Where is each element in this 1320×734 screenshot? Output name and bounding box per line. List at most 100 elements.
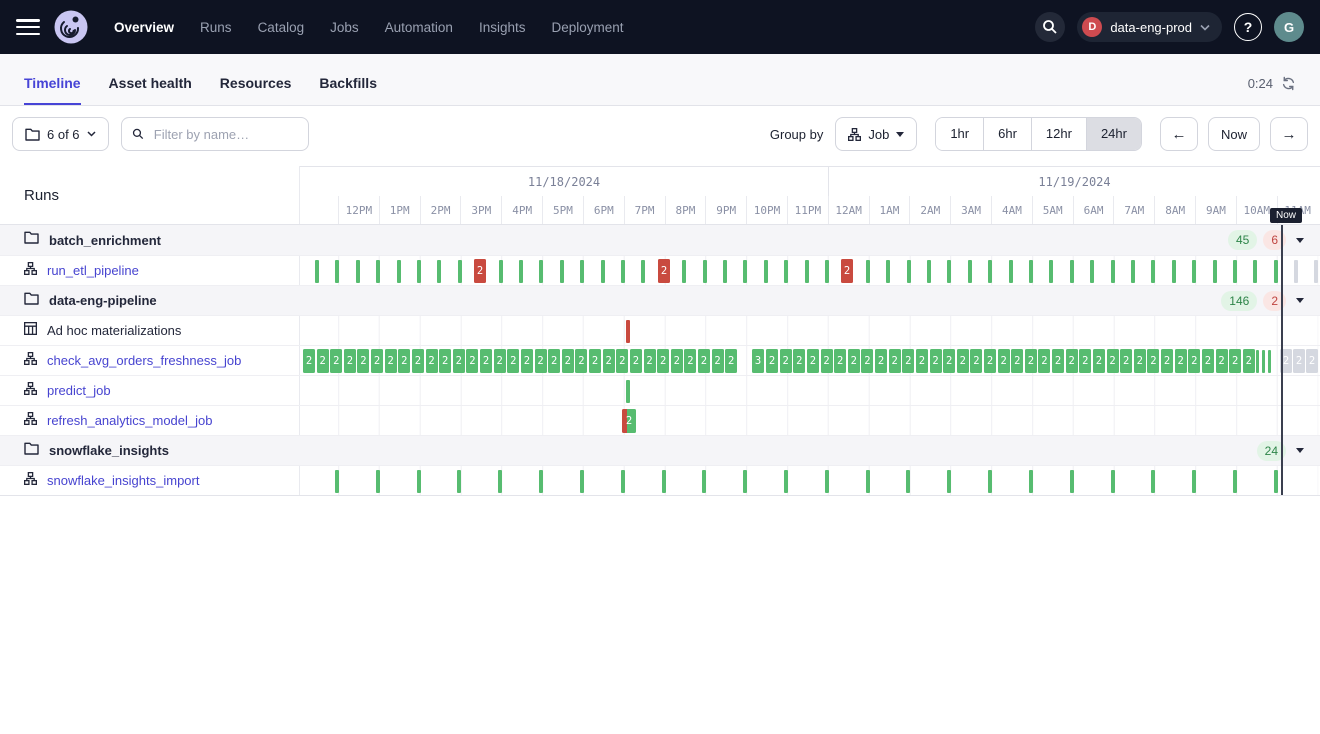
- run-tick-marker[interactable]: [539, 470, 543, 493]
- run-tick-marker[interactable]: [1314, 260, 1318, 283]
- run-count-marker[interactable]: 2: [658, 259, 670, 283]
- range-1hr[interactable]: 1hr: [936, 118, 983, 150]
- nav-item-overview[interactable]: Overview: [114, 20, 174, 35]
- run-count-marker[interactable]: 2: [330, 349, 342, 373]
- run-tick-marker[interactable]: [702, 470, 706, 493]
- run-tick-marker[interactable]: [968, 260, 972, 283]
- search-button[interactable]: [1035, 12, 1065, 42]
- run-count-marker[interactable]: 2: [1038, 349, 1050, 373]
- run-count-marker[interactable]: 2: [303, 349, 315, 373]
- run-count-marker[interactable]: 2: [630, 349, 642, 373]
- run-tick-marker[interactable]: [397, 260, 401, 283]
- run-count-marker[interactable]: 2: [684, 349, 696, 373]
- run-count-marker[interactable]: 2: [1306, 349, 1318, 373]
- run-tick-marker[interactable]: [437, 260, 441, 283]
- range-12hr[interactable]: 12hr: [1031, 118, 1086, 150]
- run-tick-marker[interactable]: [315, 260, 319, 283]
- group-row-snowflake-insights[interactable]: snowflake_insights24: [0, 435, 1320, 465]
- run-count-marker[interactable]: 2: [466, 349, 478, 373]
- repo-scope-button[interactable]: 6 of 6: [12, 117, 109, 151]
- run-count-marker[interactable]: 2: [548, 349, 560, 373]
- run-count-marker[interactable]: 2: [902, 349, 914, 373]
- run-tick-marker[interactable]: [539, 260, 543, 283]
- run-tick-marker[interactable]: [947, 260, 951, 283]
- timeline-prev-button[interactable]: ←: [1160, 117, 1198, 151]
- run-tick-marker[interactable]: [1274, 260, 1278, 283]
- run-count-marker[interactable]: 2: [712, 349, 724, 373]
- run-count-marker[interactable]: 2: [1052, 349, 1064, 373]
- run-count-marker[interactable]: 2: [1107, 349, 1119, 373]
- run-tick-marker[interactable]: [519, 260, 523, 283]
- run-tick-marker[interactable]: [947, 470, 951, 493]
- nav-item-runs[interactable]: Runs: [200, 20, 232, 35]
- run-count-marker[interactable]: 2: [861, 349, 873, 373]
- run-count-marker[interactable]: 2: [371, 349, 383, 373]
- tab-backfills[interactable]: Backfills: [319, 75, 377, 105]
- expand-caret-icon[interactable]: [1296, 448, 1304, 453]
- run-tick-marker[interactable]: [1192, 470, 1196, 493]
- refresh-icon[interactable]: [1281, 76, 1296, 91]
- run-count-marker[interactable]: 2: [916, 349, 928, 373]
- run-tick-marker[interactable]: [743, 260, 747, 283]
- run-tick-marker[interactable]: [1294, 260, 1298, 283]
- run-count-marker[interactable]: 2: [889, 349, 901, 373]
- run-count-marker[interactable]: 2: [834, 349, 846, 373]
- run-count-marker[interactable]: 2: [930, 349, 942, 373]
- run-tick-marker[interactable]: [1256, 350, 1259, 373]
- run-count-marker[interactable]: 2: [875, 349, 887, 373]
- run-count-marker[interactable]: 2: [807, 349, 819, 373]
- run-count-marker[interactable]: 2: [1025, 349, 1037, 373]
- job-label[interactable]: check_avg_orders_freshness_job: [47, 353, 241, 368]
- run-count-marker[interactable]: 2: [848, 349, 860, 373]
- group-by-select[interactable]: Job: [835, 117, 917, 151]
- run-tick-marker[interactable]: [907, 260, 911, 283]
- run-count-marker[interactable]: 2: [998, 349, 1010, 373]
- run-count-marker[interactable]: 2: [398, 349, 410, 373]
- tab-timeline[interactable]: Timeline: [24, 75, 81, 105]
- run-tick-marker[interactable]: [580, 470, 584, 493]
- run-tick-marker[interactable]: [621, 470, 625, 493]
- run-count-marker[interactable]: 2: [984, 349, 996, 373]
- run-count-marker[interactable]: 2: [562, 349, 574, 373]
- run-tick-marker[interactable]: [1070, 260, 1074, 283]
- job-label[interactable]: refresh_analytics_model_job: [47, 413, 212, 428]
- timeline-next-button[interactable]: →: [1270, 117, 1308, 151]
- run-tick-marker[interactable]: [376, 260, 380, 283]
- run-count-marker[interactable]: 2: [957, 349, 969, 373]
- run-tick-marker[interactable]: [498, 470, 502, 493]
- run-tick-marker[interactable]: [1233, 470, 1237, 493]
- run-count-marker[interactable]: 2: [841, 259, 853, 283]
- run-tick-marker[interactable]: [906, 470, 910, 493]
- deployment-selector[interactable]: D data-eng-prod: [1077, 12, 1222, 42]
- run-tick-marker[interactable]: [825, 470, 829, 493]
- nav-item-insights[interactable]: Insights: [479, 20, 526, 35]
- run-tick-marker[interactable]: [1233, 260, 1237, 283]
- range-24hr[interactable]: 24hr: [1086, 118, 1141, 150]
- run-tick-marker[interactable]: [1253, 260, 1257, 283]
- run-tick-marker[interactable]: [927, 260, 931, 283]
- run-tick-marker[interactable]: [805, 260, 809, 283]
- run-tick-marker[interactable]: [723, 260, 727, 283]
- run-count-marker[interactable]: 2: [1243, 349, 1255, 373]
- run-count-marker[interactable]: 2: [426, 349, 438, 373]
- run-tick-marker[interactable]: [1029, 260, 1033, 283]
- run-tick-marker[interactable]: [886, 260, 890, 283]
- run-count-marker[interactable]: 2: [821, 349, 833, 373]
- run-count-marker[interactable]: 2: [1147, 349, 1159, 373]
- nav-item-automation[interactable]: Automation: [385, 20, 453, 35]
- run-tick-marker[interactable]: [601, 260, 605, 283]
- run-count-marker[interactable]: 2: [1079, 349, 1091, 373]
- nav-item-deployment[interactable]: Deployment: [551, 20, 623, 35]
- run-tick-marker[interactable]: [1192, 260, 1196, 283]
- run-count-marker[interactable]: 2: [412, 349, 424, 373]
- run-tick-marker[interactable]: [1029, 470, 1033, 493]
- run-tick-marker[interactable]: [1268, 350, 1271, 373]
- run-tick-marker[interactable]: [988, 260, 992, 283]
- run-count-marker[interactable]: 2: [1134, 349, 1146, 373]
- filter-input[interactable]: [152, 126, 298, 143]
- run-tick-marker[interactable]: [682, 260, 686, 283]
- run-tick-marker[interactable]: [626, 380, 630, 403]
- run-count-marker[interactable]: 2: [657, 349, 669, 373]
- run-tick-marker[interactable]: [626, 320, 630, 343]
- hamburger-menu-icon[interactable]: [16, 19, 40, 35]
